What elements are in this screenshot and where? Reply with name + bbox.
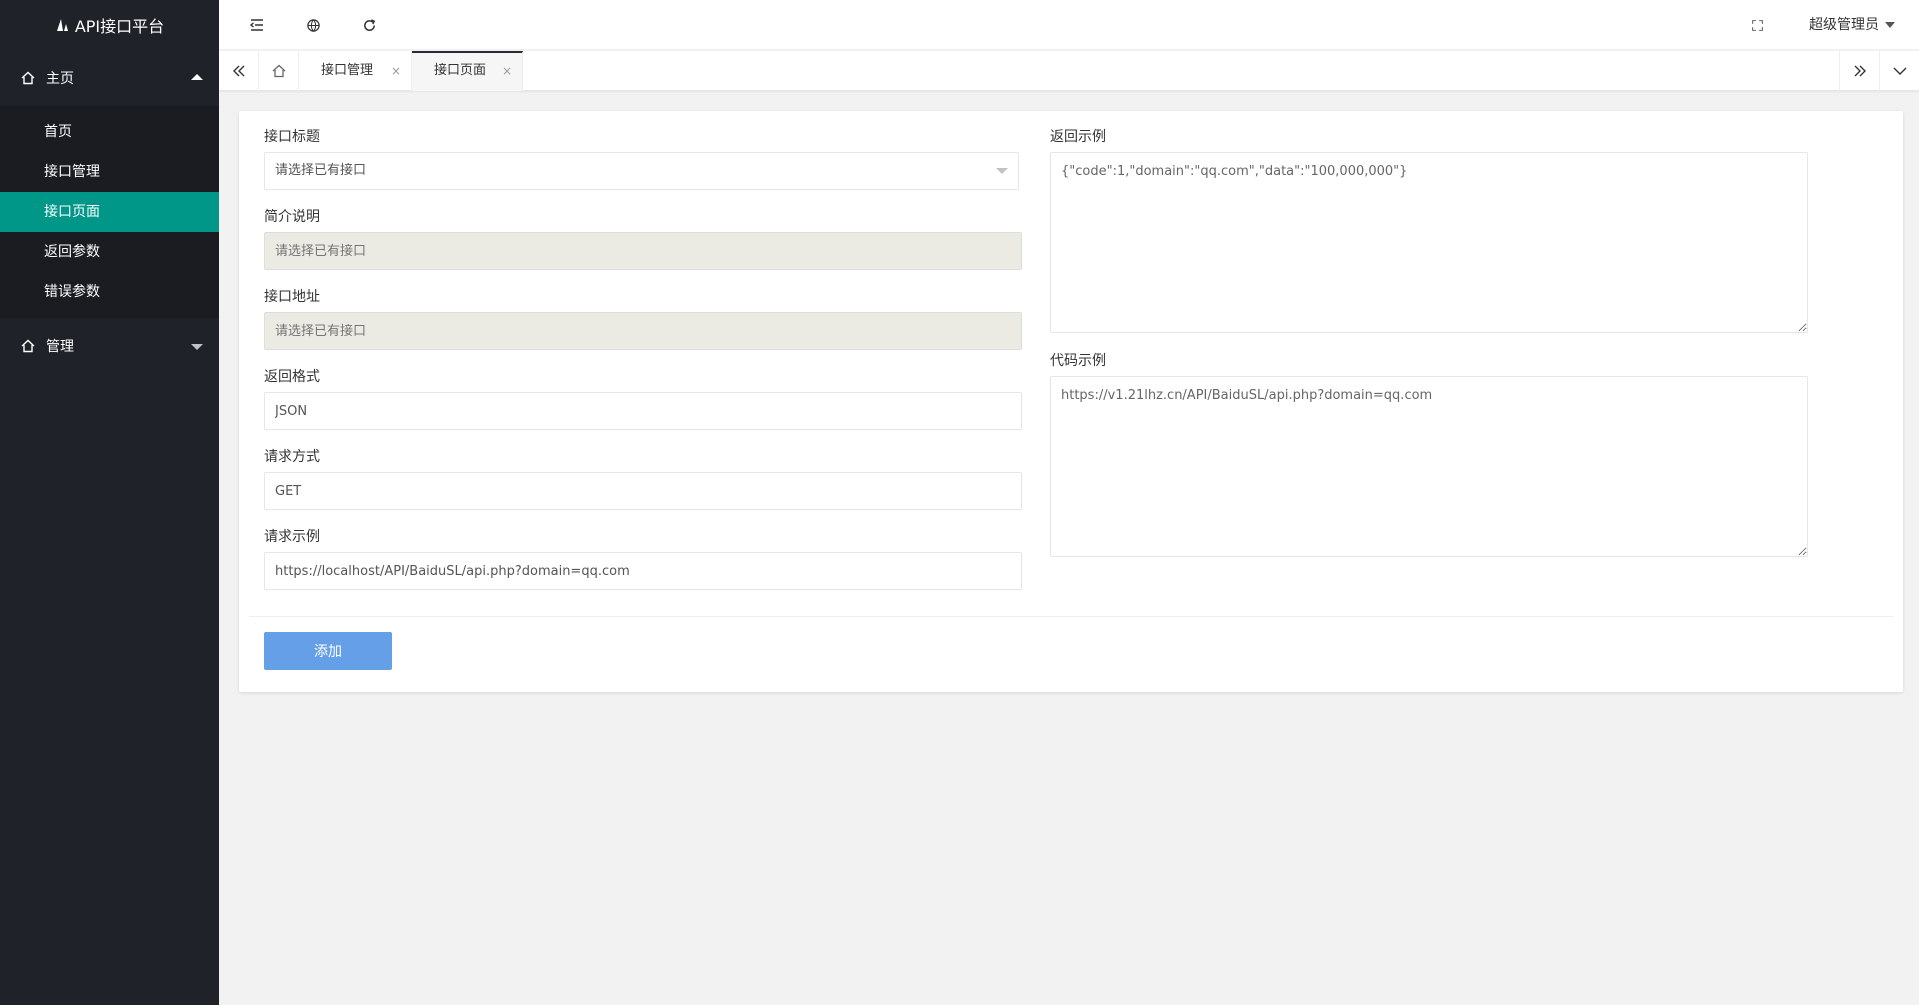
url-field <box>264 312 1022 350</box>
user-menu[interactable]: 超级管理员 <box>1809 0 1895 50</box>
top-header: 超级管理员 <box>219 0 1919 50</box>
refresh-icon[interactable] <box>359 15 379 35</box>
label-code-example: 代码示例 <box>1050 353 1106 369</box>
sidebar-group-home[interactable]: 主页 <box>0 50 219 106</box>
format-field[interactable] <box>264 392 1022 430</box>
sidebar-submenu-home: 首页 接口管理 接口页面 返回参数 错误参数 <box>0 106 219 318</box>
label-url: 接口地址 <box>264 289 320 305</box>
select-value: 请选择已有接口 <box>275 163 367 178</box>
label-desc: 简介说明 <box>264 209 320 225</box>
form-card: 接口标题 请选择已有接口 简介说明 接口地址 返回格式 请求方式 请求示例 返回… <box>239 111 1903 692</box>
sidebar-item-home[interactable]: 首页 <box>0 112 219 152</box>
sidebar-group-label: 主页 <box>46 71 74 87</box>
menu-fold-icon[interactable] <box>247 15 267 35</box>
code-example-textarea[interactable]: https://v1.21lhz.cn/API/BaiduSL/api.php?… <box>1050 376 1808 557</box>
logo-icon <box>55 17 71 33</box>
caret-down-icon <box>1885 22 1895 28</box>
app-logo[interactable]: API接口平台 <box>0 0 219 50</box>
sidebar-group-label: 管理 <box>46 339 74 355</box>
home-icon <box>20 338 36 354</box>
add-button[interactable]: 添加 <box>264 632 392 670</box>
tab-api-page[interactable]: 接口页面 × <box>412 51 523 91</box>
tab-api-manage[interactable]: 接口管理 × <box>299 51 412 91</box>
label-return-example: 返回示例 <box>1050 129 1106 145</box>
sidebar-item-error-params[interactable]: 错误参数 <box>0 272 219 312</box>
tabs-scroll-left-icon[interactable] <box>219 51 259 91</box>
fullscreen-icon[interactable] <box>1747 15 1767 35</box>
return-example-textarea[interactable]: {"code":1,"domain":"qq.com","data":"100,… <box>1050 152 1808 333</box>
tabs-menu-chevron-down-icon[interactable] <box>1879 51 1919 91</box>
app-title: API接口平台 <box>74 17 165 36</box>
sidebar-item-return-params[interactable]: 返回参数 <box>0 232 219 272</box>
globe-icon[interactable] <box>303 15 323 35</box>
desc-field <box>264 232 1022 270</box>
user-name: 超级管理员 <box>1809 17 1879 33</box>
caret-up-icon <box>191 74 203 80</box>
tab-home-icon[interactable] <box>259 51 299 91</box>
sidebar-group-manage[interactable]: 管理 <box>0 318 219 374</box>
tab-label: 接口管理 <box>321 63 374 78</box>
sidebar-item-api-manage[interactable]: 接口管理 <box>0 152 219 192</box>
label-method: 请求方式 <box>264 449 320 465</box>
label-request-example: 请求示例 <box>264 529 320 545</box>
tab-bar: 接口管理 × 接口页面 × <box>219 51 1919 91</box>
home-icon <box>20 70 36 86</box>
tabs-scroll-right-icon[interactable] <box>1839 51 1879 91</box>
close-icon[interactable]: × <box>391 51 401 91</box>
tab-label: 接口页面 <box>434 63 487 78</box>
request-example-field[interactable] <box>264 552 1022 590</box>
api-title-select[interactable]: 请选择已有接口 <box>264 152 1019 190</box>
caret-down-icon <box>996 168 1008 174</box>
method-field[interactable] <box>264 472 1022 510</box>
label-format: 返回格式 <box>264 369 320 385</box>
close-icon[interactable]: × <box>502 53 512 89</box>
sidebar-item-api-page[interactable]: 接口页面 <box>0 192 219 232</box>
caret-down-icon <box>191 344 203 350</box>
sidebar: API接口平台 主页 首页 接口管理 接口页面 返回参数 错误参数 管理 <box>0 0 219 1005</box>
form-divider <box>249 616 1893 617</box>
label-api-title: 接口标题 <box>264 129 320 145</box>
